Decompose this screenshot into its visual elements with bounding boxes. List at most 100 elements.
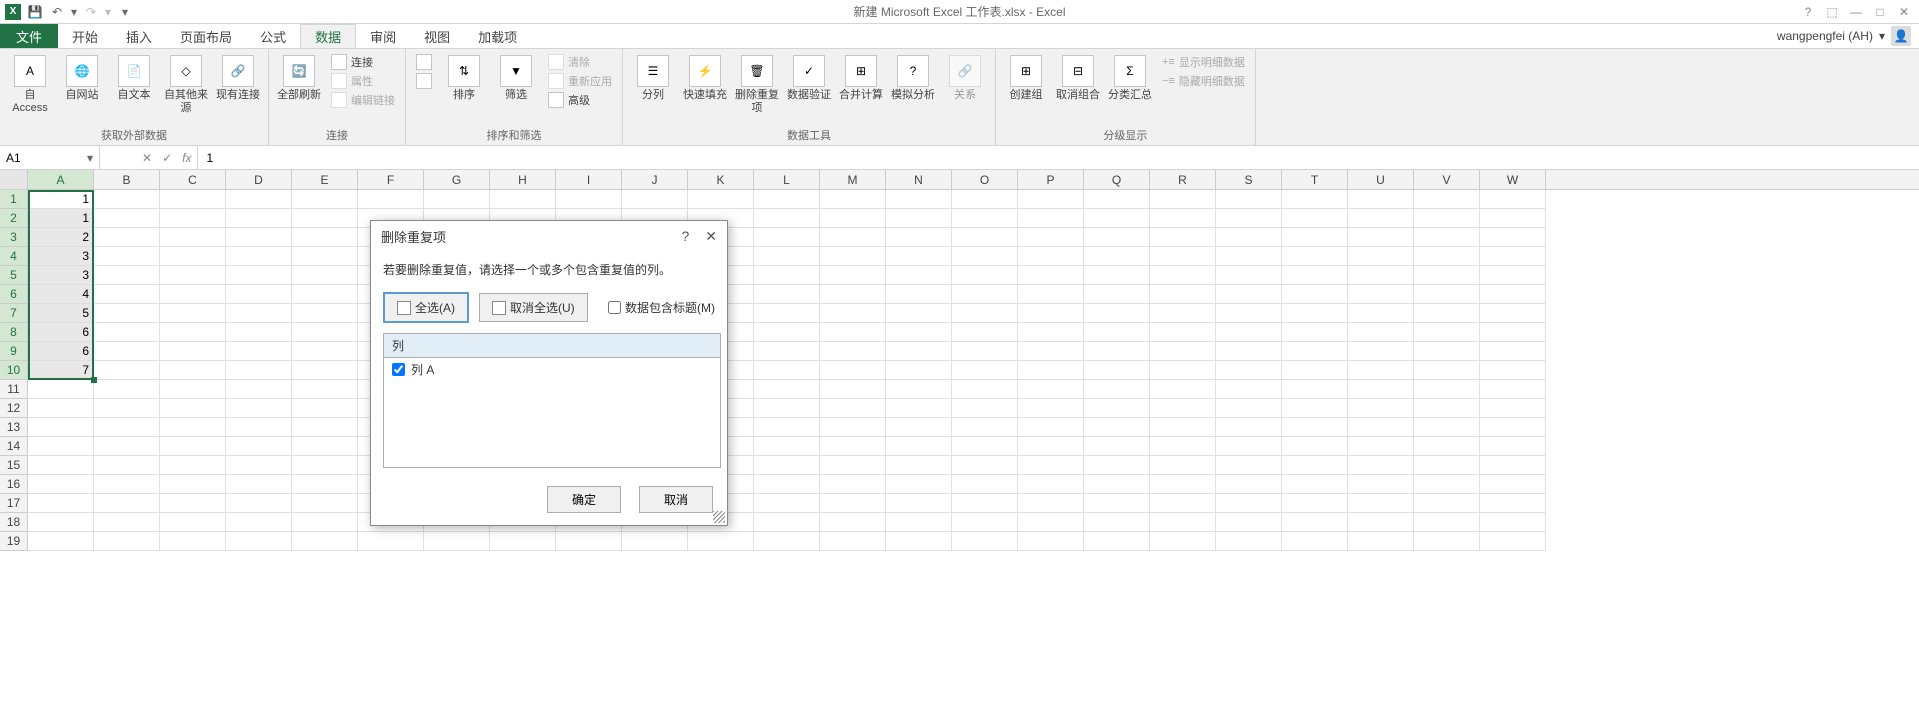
cell[interactable] (886, 266, 952, 285)
cell[interactable] (1018, 247, 1084, 266)
cell[interactable] (292, 418, 358, 437)
help-button[interactable]: ? (1799, 5, 1817, 19)
cell[interactable] (292, 380, 358, 399)
cell[interactable] (1480, 323, 1546, 342)
row-header-5[interactable]: 5 (0, 266, 28, 285)
column-header-s[interactable]: S (1216, 170, 1282, 189)
cell[interactable] (160, 342, 226, 361)
cell[interactable] (1150, 380, 1216, 399)
cell[interactable] (1414, 342, 1480, 361)
cell[interactable] (160, 437, 226, 456)
row-header-15[interactable]: 15 (0, 456, 28, 475)
cell[interactable] (886, 437, 952, 456)
cell[interactable] (622, 532, 688, 551)
cell[interactable] (886, 190, 952, 209)
cell[interactable] (1150, 475, 1216, 494)
cell[interactable] (226, 456, 292, 475)
cell[interactable] (226, 304, 292, 323)
cell[interactable] (1216, 342, 1282, 361)
column-header-v[interactable]: V (1414, 170, 1480, 189)
cell[interactable] (820, 380, 886, 399)
cell[interactable] (1480, 190, 1546, 209)
cell[interactable] (1348, 323, 1414, 342)
cell[interactable] (292, 285, 358, 304)
cell[interactable] (820, 418, 886, 437)
row-header-9[interactable]: 9 (0, 342, 28, 361)
cell[interactable] (952, 190, 1018, 209)
cell[interactable] (1084, 475, 1150, 494)
cell[interactable] (820, 437, 886, 456)
filter-button[interactable]: ▼筛选 (492, 51, 540, 106)
cell[interactable] (754, 513, 820, 532)
cell[interactable] (1348, 380, 1414, 399)
cell[interactable] (556, 532, 622, 551)
cell[interactable] (952, 228, 1018, 247)
cell[interactable] (820, 209, 886, 228)
cell[interactable] (754, 190, 820, 209)
cell[interactable] (1084, 532, 1150, 551)
row-header-18[interactable]: 18 (0, 513, 28, 532)
cell[interactable] (1018, 532, 1084, 551)
cell[interactable] (1480, 399, 1546, 418)
qat-customize[interactable]: ▾ (116, 3, 134, 21)
cell[interactable] (754, 361, 820, 380)
cell[interactable] (1414, 532, 1480, 551)
has-header-checkbox[interactable]: 数据包含标题(M) (608, 299, 715, 316)
cell[interactable] (1018, 228, 1084, 247)
cell[interactable] (1282, 532, 1348, 551)
cell[interactable] (820, 494, 886, 513)
dialog-close-button[interactable]: ✕ (705, 228, 717, 245)
cell[interactable] (820, 266, 886, 285)
column-header-u[interactable]: U (1348, 170, 1414, 189)
cell[interactable] (1216, 380, 1282, 399)
cell[interactable] (1150, 266, 1216, 285)
cell[interactable] (160, 228, 226, 247)
cell[interactable] (1216, 266, 1282, 285)
row-header-8[interactable]: 8 (0, 323, 28, 342)
cell[interactable] (1018, 323, 1084, 342)
cell[interactable] (1414, 475, 1480, 494)
row-header-14[interactable]: 14 (0, 437, 28, 456)
column-header-j[interactable]: J (622, 170, 688, 189)
cell[interactable] (226, 380, 292, 399)
cell[interactable] (94, 513, 160, 532)
cell[interactable] (424, 532, 490, 551)
cell[interactable] (754, 437, 820, 456)
cell[interactable] (886, 285, 952, 304)
cell[interactable] (1150, 532, 1216, 551)
unselect-all-button[interactable]: 取消全选(U) (479, 293, 588, 322)
cell[interactable] (688, 190, 754, 209)
data-validation-button[interactable]: ✓数据验证 (785, 51, 833, 106)
cell[interactable] (820, 361, 886, 380)
cell[interactable] (28, 494, 94, 513)
cell[interactable] (1216, 513, 1282, 532)
cell[interactable] (952, 266, 1018, 285)
cell[interactable] (1480, 494, 1546, 513)
column-header-i[interactable]: I (556, 170, 622, 189)
cell[interactable] (886, 456, 952, 475)
consolidate-button[interactable]: ⊞合并计算 (837, 51, 885, 106)
cell[interactable] (1084, 513, 1150, 532)
cell[interactable] (952, 456, 1018, 475)
cell[interactable] (1414, 323, 1480, 342)
row-header-13[interactable]: 13 (0, 418, 28, 437)
cell[interactable] (1414, 380, 1480, 399)
column-header-o[interactable]: O (952, 170, 1018, 189)
cell[interactable] (28, 418, 94, 437)
text-to-columns-button[interactable]: ☰分列 (629, 51, 677, 106)
dialog-help-button[interactable]: ? (681, 228, 689, 245)
cell[interactable]: 3 (28, 266, 94, 285)
cell[interactable] (1414, 266, 1480, 285)
cell[interactable] (1150, 228, 1216, 247)
cell[interactable] (1282, 323, 1348, 342)
cell[interactable] (886, 323, 952, 342)
cell[interactable] (160, 399, 226, 418)
minimize-button[interactable]: — (1847, 5, 1865, 19)
column-header-h[interactable]: H (490, 170, 556, 189)
cell[interactable] (490, 190, 556, 209)
cell[interactable] (1084, 304, 1150, 323)
tab-addins[interactable]: 加载项 (464, 24, 531, 48)
cell[interactable] (28, 475, 94, 494)
cell[interactable] (1018, 380, 1084, 399)
cell[interactable] (292, 361, 358, 380)
